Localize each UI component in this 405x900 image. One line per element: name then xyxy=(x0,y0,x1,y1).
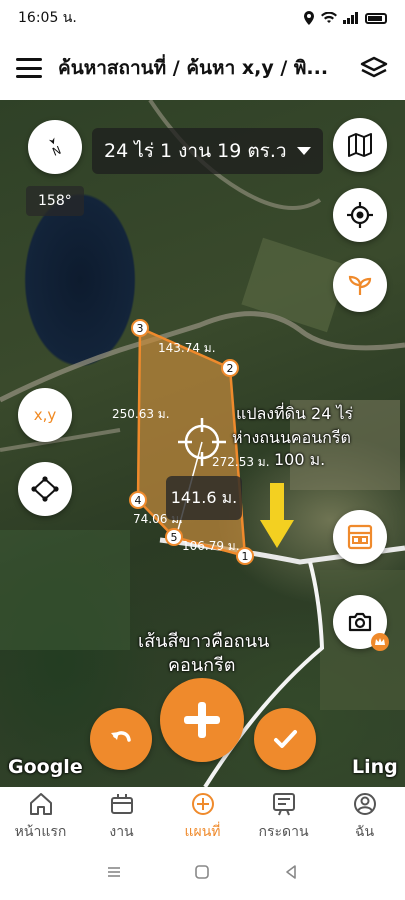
document-scan-icon xyxy=(347,524,373,550)
nav-label: งาน xyxy=(109,824,134,840)
nav-item-home[interactable]: หน้าแรก xyxy=(0,787,81,847)
report-button[interactable] xyxy=(333,510,387,564)
nav-item-profile[interactable]: ฉัน xyxy=(324,787,405,847)
chevron-down-icon xyxy=(296,147,311,155)
wifi-icon xyxy=(321,12,337,23)
arrow-down-icon xyxy=(260,483,294,548)
recent-apps-button[interactable] xyxy=(106,864,122,884)
nav-label: ฉัน xyxy=(354,824,375,840)
google-logo: Google xyxy=(8,756,83,778)
back-system-button[interactable] xyxy=(283,864,299,884)
edge-length-label: 272.53 ม. xyxy=(212,455,270,469)
map-view[interactable]: 3 2 1 4 5 143.74 ม. 250.63 ม. 272.53 ม. … xyxy=(0,100,405,787)
menu-button[interactable] xyxy=(16,58,42,78)
svg-text:2: 2 xyxy=(227,362,234,375)
svg-text:1: 1 xyxy=(242,550,249,563)
status-time: 16:05 น. xyxy=(18,10,77,26)
polygon-tool-button[interactable] xyxy=(18,462,72,516)
edge-length-label: 143.74 ม. xyxy=(158,341,216,355)
square-icon xyxy=(195,864,210,879)
edge-length-label: 250.63 ม. xyxy=(112,407,170,421)
svg-text:4: 4 xyxy=(135,494,142,507)
target-icon xyxy=(347,202,373,228)
undo-button[interactable] xyxy=(90,708,152,770)
compass-icon: N xyxy=(48,137,63,158)
area-dropdown[interactable]: 24 ไร่ 1 งาน 19 ตร.ว xyxy=(92,128,323,174)
recent-apps-icon xyxy=(108,866,121,877)
battery-icon xyxy=(365,12,387,24)
board-icon xyxy=(272,793,295,816)
nav-item-board[interactable]: กระดาน xyxy=(243,787,324,847)
home-icon xyxy=(29,793,52,815)
status-icons xyxy=(303,11,387,25)
my-location-button[interactable] xyxy=(333,188,387,242)
nav-label: กระดาน xyxy=(258,824,309,840)
nav-item-map[interactable]: แผนที่ xyxy=(162,787,243,847)
back-triangle-icon xyxy=(286,864,296,879)
svg-text:3: 3 xyxy=(137,322,144,335)
add-circle-icon xyxy=(191,793,214,815)
vertex-3: 3 xyxy=(131,319,149,337)
status-bar: 16:05 น. xyxy=(0,0,405,36)
nav-label: แผนที่ xyxy=(184,824,221,840)
road-note-line2: คอนกรีต xyxy=(168,655,236,676)
compass-angle: 158° xyxy=(26,186,84,216)
vertex-2: 2 xyxy=(221,359,239,377)
ling-logo: Ling xyxy=(352,756,398,778)
compass-button[interactable]: N xyxy=(28,120,82,174)
crown-icon xyxy=(371,633,389,651)
center-distance-label: 141.6 ม. xyxy=(166,476,242,520)
check-icon xyxy=(274,730,297,748)
confirm-button[interactable] xyxy=(254,708,316,770)
home-system-button[interactable] xyxy=(194,864,210,884)
plus-icon xyxy=(184,702,220,738)
vertex-4: 4 xyxy=(129,491,147,509)
plant-button[interactable] xyxy=(333,258,387,312)
map-icon xyxy=(348,133,372,157)
sprout-icon xyxy=(348,275,372,295)
plot-annotation-line1: แปลงที่ดิน 24 ไร่ xyxy=(236,404,354,423)
xy-search-button[interactable]: x,y xyxy=(18,388,72,442)
area-label: 24 ไร่ 1 งาน 19 ตร.ว xyxy=(104,140,287,162)
edge-length-label: 106.79 ม. xyxy=(182,539,240,553)
location-icon xyxy=(304,11,314,25)
page-title[interactable]: ค้นหาสถานที่ / ค้นหา x,y / พิ... xyxy=(58,53,359,83)
polygon-icon xyxy=(31,476,59,502)
user-icon xyxy=(353,793,376,815)
map-style-button[interactable] xyxy=(333,118,387,172)
camera-button[interactable] xyxy=(333,595,389,651)
svg-text:N: N xyxy=(50,143,63,158)
briefcase-icon xyxy=(110,794,133,814)
nav-label: หน้าแรก xyxy=(14,824,67,840)
camera-icon xyxy=(348,612,372,632)
plot-annotation-line3: 100 ม. xyxy=(274,450,326,469)
undo-icon xyxy=(111,731,131,742)
signal-icon xyxy=(343,12,358,24)
app-bar: ค้นหาสถานที่ / ค้นหา x,y / พิ... xyxy=(0,36,405,100)
vertex-5: 5 xyxy=(165,528,183,546)
bottom-navigation: หน้าแรก งาน แผนที่ กระดาน ฉัน xyxy=(0,787,405,847)
system-navigation xyxy=(0,847,405,900)
layers-icon[interactable] xyxy=(359,53,389,83)
svg-text:5: 5 xyxy=(171,531,178,544)
xy-label: x,y xyxy=(33,406,57,424)
add-point-button[interactable] xyxy=(160,678,244,762)
nav-item-work[interactable]: งาน xyxy=(81,787,162,847)
